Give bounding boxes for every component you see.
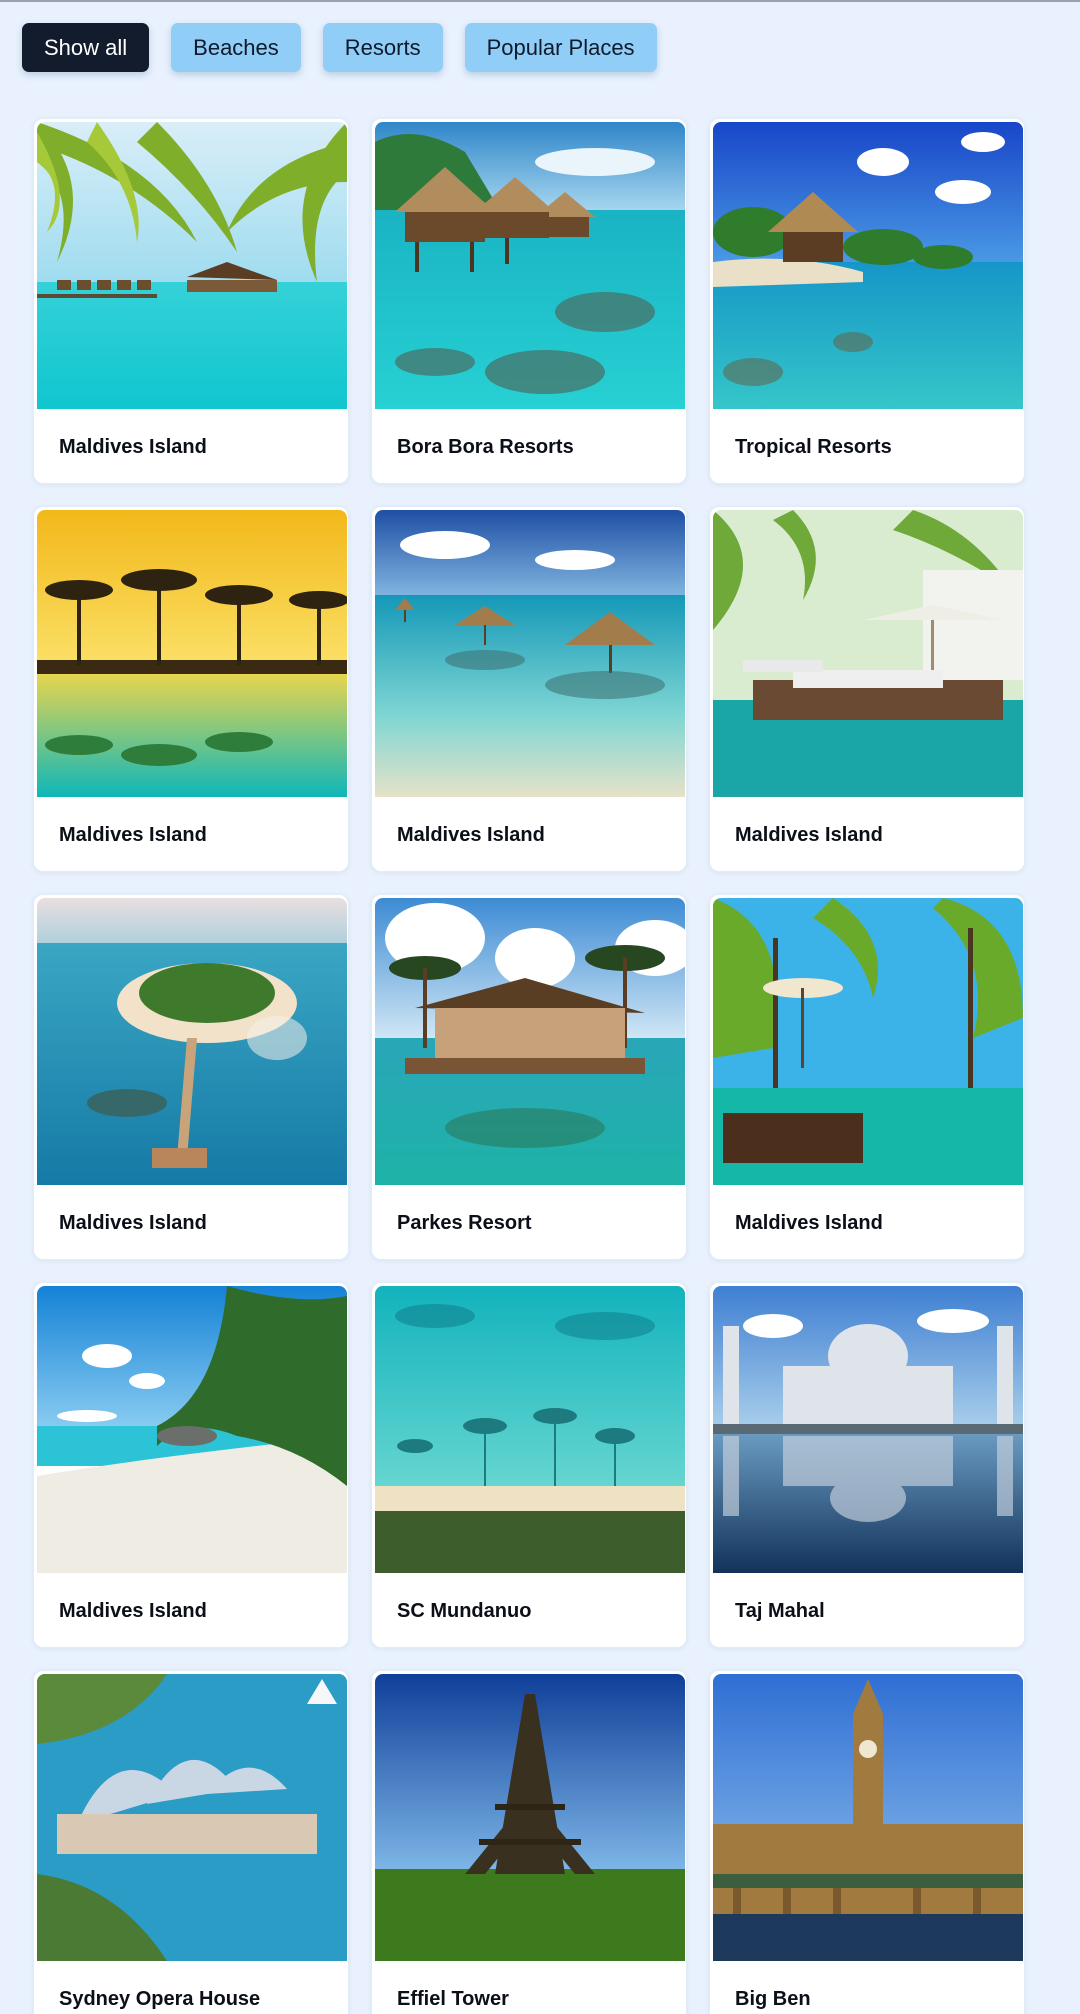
gallery-grid: Maldives Island Bora Bora Resorts Tropic…: [33, 118, 1025, 2014]
card-title: Maldives Island: [59, 435, 207, 458]
gallery-card[interactable]: Parkes Resort: [371, 894, 687, 1260]
card-title: Maldives Island: [59, 823, 207, 846]
gallery-card[interactable]: Maldives Island: [33, 1282, 349, 1648]
gallery-card[interactable]: Maldives Island: [33, 506, 349, 872]
card-title: Maldives Island: [59, 1599, 207, 1622]
card-title: Big Ben: [735, 1987, 811, 2010]
filter-resorts-button[interactable]: Resorts: [322, 23, 443, 72]
gallery-card[interactable]: SC Mundanuo: [371, 1282, 687, 1648]
card-title: Tropical Resorts: [735, 435, 892, 458]
card-image-beach-umbrellas: [375, 510, 685, 797]
gallery-card[interactable]: Taj Mahal: [709, 1282, 1025, 1648]
card-image-white-sand-beach: [37, 1286, 347, 1573]
card-image-aerial-palm-shadows: [375, 1286, 685, 1573]
card-title: Bora Bora Resorts: [397, 435, 574, 458]
card-image-pool-loungers: [713, 510, 1023, 797]
card-image-island-aerial: [37, 898, 347, 1185]
gallery-card[interactable]: Maldives Island: [33, 118, 349, 484]
gallery-card[interactable]: Maldives Island: [709, 506, 1025, 872]
filter-bar: Show all Beaches Resorts Popular Places: [22, 23, 657, 72]
card-image-sunset-palms: [37, 510, 347, 797]
card-image-big-ben: [713, 1674, 1023, 1961]
card-image-water-bungalow: [375, 898, 685, 1185]
card-image-overwater-villas: [37, 122, 347, 409]
card-title: Maldives Island: [735, 1211, 883, 1234]
card-image-bora-bora-bungalows: [375, 122, 685, 409]
gallery-card[interactable]: Sydney Opera House: [33, 1670, 349, 2014]
card-title: Taj Mahal: [735, 1599, 825, 1622]
card-image-taj-mahal: [713, 1286, 1023, 1573]
filter-beaches-button[interactable]: Beaches: [171, 23, 301, 72]
card-title: Parkes Resort: [397, 1211, 532, 1234]
card-image-palm-pool: [713, 898, 1023, 1185]
gallery-card[interactable]: Effiel Tower: [371, 1670, 687, 2014]
filter-popular-places-button[interactable]: Popular Places: [464, 23, 657, 72]
card-image-eiffel-tower: [375, 1674, 685, 1961]
gallery-card[interactable]: Maldives Island: [371, 506, 687, 872]
gallery-card[interactable]: Bora Bora Resorts: [371, 118, 687, 484]
card-title: Maldives Island: [59, 1211, 207, 1234]
card-image-tropical-hut: [713, 122, 1023, 409]
gallery-card[interactable]: Maldives Island: [709, 894, 1025, 1260]
filter-show-all-button[interactable]: Show all: [22, 23, 150, 72]
gallery-card[interactable]: Maldives Island: [33, 894, 349, 1260]
card-title: Maldives Island: [397, 823, 545, 846]
gallery-card[interactable]: Tropical Resorts: [709, 118, 1025, 484]
card-title: Sydney Opera House: [59, 1987, 261, 2010]
card-image-sydney-opera-house: [37, 1674, 347, 1961]
card-title: Maldives Island: [735, 823, 883, 846]
card-title: SC Mundanuo: [397, 1599, 532, 1622]
card-title: Effiel Tower: [397, 1987, 509, 2010]
gallery-card[interactable]: Big Ben: [709, 1670, 1025, 2014]
